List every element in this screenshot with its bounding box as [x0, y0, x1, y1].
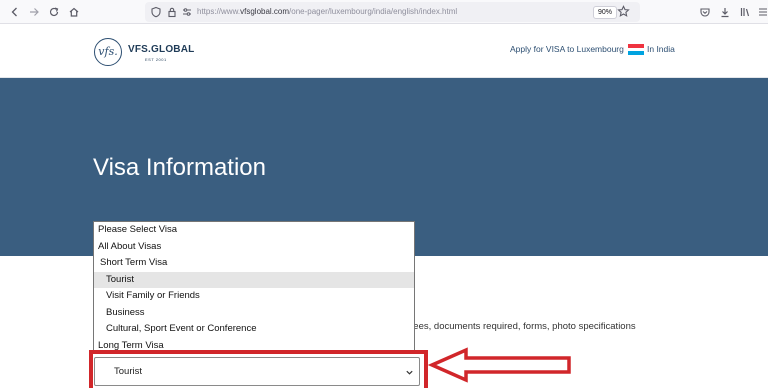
vfs-logo-text[interactable]: VFS.GLOBAL — [128, 44, 194, 55]
library-icon[interactable] — [736, 3, 754, 21]
browser-toolbar: https://www.vfsglobal.com/one-pager/luxe… — [0, 0, 768, 24]
home-icon[interactable] — [65, 3, 83, 21]
forward-icon[interactable] — [25, 3, 43, 21]
permissions-icon[interactable] — [181, 6, 193, 18]
dropdown-option-tourist[interactable]: Tourist — [94, 271, 414, 288]
menu-icon[interactable] — [754, 3, 768, 21]
apply-visa-text: Apply for VISA to Luxembourg — [510, 44, 624, 54]
dropdown-option-all-about-visas[interactable]: All About Visas — [94, 239, 414, 256]
shield-icon[interactable] — [150, 6, 162, 18]
dropdown-group-short-term-visa: Short Term Visa — [100, 257, 168, 268]
zoom-level-badge[interactable]: 90% — [593, 6, 618, 19]
url-prefix: https://www. — [197, 7, 241, 16]
lock-icon[interactable] — [166, 6, 178, 18]
address-bar[interactable]: https://www.vfsglobal.com/one-pager/luxe… — [145, 2, 640, 22]
download-icon[interactable] — [716, 3, 734, 21]
vfs-logo-mark[interactable]: vfs. — [94, 38, 122, 66]
pocket-icon[interactable] — [696, 3, 714, 21]
annotation-arrow-icon — [428, 347, 571, 383]
bookmark-star-icon[interactable] — [617, 5, 630, 18]
page: https://www.vfsglobal.com/one-pager/luxe… — [0, 0, 768, 388]
back-icon[interactable] — [6, 3, 24, 21]
url-host: vfsglobal.com — [240, 7, 290, 16]
url-path: /one-pager/luxembourg/india/english/inde… — [289, 7, 458, 16]
luxembourg-flag-icon — [628, 44, 644, 55]
dropdown-option-cultural-sport[interactable]: Cultural, Sport Event or Conference — [94, 321, 414, 338]
dropdown-option-visit-family[interactable]: Visit Family or Friends — [94, 288, 414, 305]
page-title: Visa Information — [93, 154, 266, 181]
dropdown-option-business[interactable]: Business — [94, 305, 414, 322]
annotation-highlight-box — [89, 350, 428, 388]
apply-visa-country: In India — [647, 44, 675, 54]
dropdown-option-please-select[interactable]: Please Select Visa — [94, 222, 414, 239]
content-text: sa fees, documents required, forms, phot… — [398, 321, 636, 332]
reload-icon[interactable] — [45, 3, 63, 21]
url-text[interactable]: https://www.vfsglobal.com/one-pager/luxe… — [197, 5, 457, 19]
visa-type-dropdown-list: Please Select Visa All About Visas Short… — [93, 221, 415, 352]
site-header: vfs. VFS.GLOBAL EST 2001 Apply for VISA … — [0, 24, 768, 78]
vfs-logo-subtitle: EST 2001 — [145, 57, 167, 62]
